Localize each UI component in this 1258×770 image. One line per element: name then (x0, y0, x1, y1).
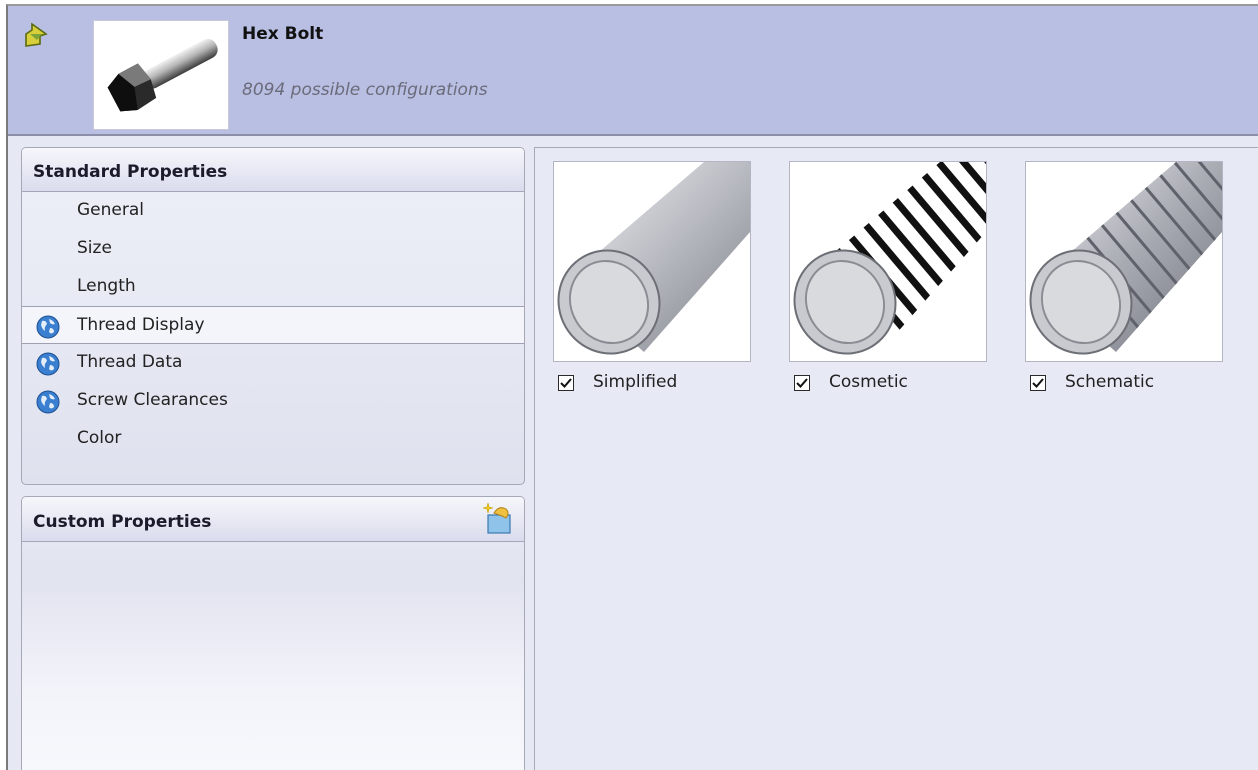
custom-properties-title: Custom Properties (33, 512, 212, 532)
property-item-general[interactable]: General (22, 192, 524, 230)
cosmetic-thread-image (789, 161, 987, 362)
cosmetic-checkbox-row[interactable]: Cosmetic (789, 372, 989, 396)
standard-properties-panel: Standard Properties General Size Length … (21, 147, 525, 485)
property-item-size[interactable]: Size (22, 230, 524, 268)
thread-display-options: Simplified Cosmetic Schematic (534, 147, 1258, 770)
property-item-thread-data[interactable]: Thread Data (22, 344, 524, 382)
hex-bolt-thumbnail (93, 20, 229, 130)
cosmetic-label: Cosmetic (829, 372, 908, 392)
simplified-thread-image (553, 161, 751, 362)
header: Hex Bolt 8094 possible configurations (8, 6, 1258, 136)
property-label: Screw Clearances (77, 390, 228, 410)
property-item-screw-clearances[interactable]: Screw Clearances (22, 382, 524, 420)
schematic-thread-image (1025, 161, 1223, 362)
schematic-checkbox-row[interactable]: Schematic (1025, 372, 1225, 396)
standard-properties-list: General Size Length Thread Display Threa… (22, 192, 524, 458)
back-arrow-icon[interactable] (22, 20, 50, 50)
schematic-checkbox[interactable] (1030, 375, 1046, 391)
standard-properties-header: Standard Properties (22, 148, 524, 192)
property-label: Thread Data (77, 352, 183, 372)
cosmetic-checkbox[interactable] (794, 375, 810, 391)
globe-icon (36, 390, 60, 414)
custom-properties-panel: Custom Properties (21, 496, 525, 770)
simplified-checkbox-row[interactable]: Simplified (553, 372, 753, 396)
configuration-count: 8094 possible configurations (242, 80, 488, 100)
thread-option-cosmetic[interactable]: Cosmetic (789, 161, 989, 396)
property-item-thread-display[interactable]: Thread Display (22, 306, 524, 344)
property-label: Color (77, 428, 122, 448)
globe-icon (36, 315, 60, 339)
property-label: General (77, 200, 144, 220)
simplified-checkbox[interactable] (558, 375, 574, 391)
property-label: Thread Display (77, 315, 205, 335)
window-frame: Hex Bolt 8094 possible configurations St… (6, 4, 1258, 770)
property-label: Size (77, 238, 112, 258)
thread-option-schematic[interactable]: Schematic (1025, 161, 1225, 396)
page-title: Hex Bolt (242, 24, 324, 44)
schematic-label: Schematic (1065, 372, 1155, 392)
simplified-label: Simplified (593, 372, 678, 392)
thread-option-simplified[interactable]: Simplified (553, 161, 753, 396)
add-custom-property-icon[interactable] (482, 501, 516, 537)
globe-icon (36, 352, 60, 376)
property-item-color[interactable]: Color (22, 420, 524, 458)
property-label: Length (77, 276, 136, 296)
property-item-length[interactable]: Length (22, 268, 524, 306)
custom-properties-header: Custom Properties (22, 497, 524, 542)
